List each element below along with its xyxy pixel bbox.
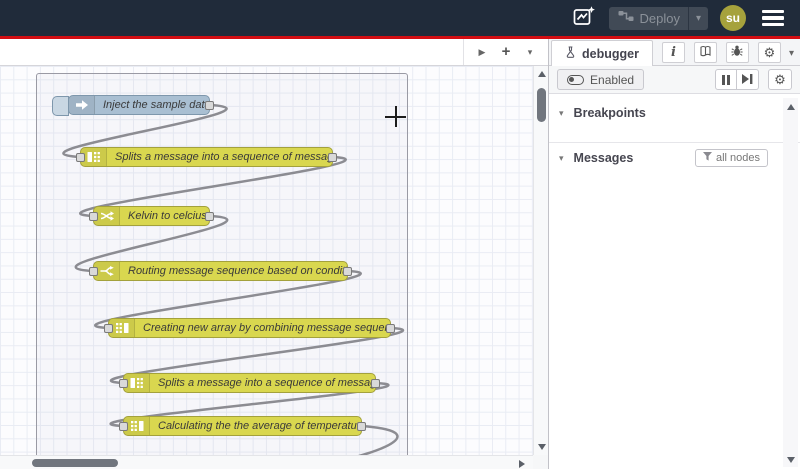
debugger-panel: ▾ Breakpoints ▾ Messages all nodes <box>549 94 800 469</box>
deploy-button[interactable]: Deploy ▾ <box>608 6 708 30</box>
deploy-icon <box>618 9 634 28</box>
node-label: Inject the sample data <box>103 99 209 111</box>
assistant-chart-icon-button[interactable] <box>573 5 597 32</box>
flow-list-caret-icon[interactable]: ▾ <box>520 47 540 58</box>
flow-tabbar: ▶ + ▾ <box>0 39 549 66</box>
chevron-down-icon: ▾ <box>559 152 564 163</box>
output-port[interactable] <box>386 324 395 333</box>
sidebar-tabs-menu-icon[interactable]: ▾ <box>789 48 794 59</box>
flow-node-split[interactable]: Splits a message into a sequence of mess… <box>76 147 337 167</box>
input-port[interactable] <box>104 324 113 333</box>
flow-tab-controls: ▶ + ▾ <box>463 39 548 65</box>
tab-debugger[interactable]: debugger <box>551 40 653 66</box>
node-label: Creating new array by combining message … <box>143 322 390 334</box>
funnel-icon <box>702 152 712 164</box>
debugger-settings-button[interactable]: ⚙ <box>768 69 792 90</box>
breakpoints-title: Breakpoints <box>573 106 646 120</box>
step-forward-icon <box>742 71 753 89</box>
output-port[interactable] <box>205 101 214 110</box>
chevron-down-icon: ▾ <box>559 107 564 118</box>
flow-canvas[interactable]: Inject the sample data Splits a message i… <box>0 66 534 455</box>
breakpoints-section-header[interactable]: ▾ Breakpoints <box>549 100 800 126</box>
messages-section-header[interactable]: ▾ Messages all nodes <box>549 145 800 171</box>
sidebar-scrollbar[interactable] <box>783 98 798 467</box>
sidebar: debugger i ⚙ ▾ Enabled ⚙ ▾ Breakpoints ▾… <box>549 39 800 469</box>
chart-sparkle-icon <box>573 5 597 32</box>
scroll-down-icon[interactable] <box>786 457 795 463</box>
messages-title: Messages <box>573 151 634 165</box>
inject-trigger-button[interactable] <box>52 96 69 116</box>
scroll-up-icon[interactable] <box>786 104 795 110</box>
flow-node-change[interactable]: Kelvin to celcius <box>89 206 214 226</box>
deploy-options-caret-icon[interactable]: ▾ <box>689 13 708 24</box>
horizontal-scroll-thumb[interactable] <box>32 459 118 467</box>
node-label: Routing message sequence based on condit… <box>128 265 347 277</box>
flow-node-split[interactable]: Splits a message into a sequence of mess… <box>119 373 380 393</box>
output-port[interactable] <box>328 153 337 162</box>
debugger-enabled-toggle[interactable]: Enabled <box>557 69 645 90</box>
bug-icon <box>731 44 744 62</box>
scroll-up-icon[interactable] <box>537 71 546 77</box>
debugger-toolbar: Enabled ⚙ <box>549 66 800 94</box>
canvas-vertical-scrollbar[interactable] <box>533 66 549 455</box>
enabled-label: Enabled <box>590 72 635 87</box>
info-icon: i <box>670 45 676 60</box>
filter-label: all nodes <box>715 152 760 164</box>
output-port[interactable] <box>343 267 352 276</box>
tab-debugger-label: debugger <box>582 46 639 61</box>
messages-section: ▾ Messages all nodes <box>549 143 800 171</box>
main-menu-button[interactable] <box>762 10 784 26</box>
breakpoints-section: ▾ Breakpoints <box>549 94 800 143</box>
workspace: ▶ + ▾ Inject the sample data Splits a mes… <box>0 39 550 469</box>
tab-info[interactable]: i <box>661 42 685 63</box>
tab-debug-messages[interactable] <box>725 42 749 63</box>
node-label: Kelvin to celcius <box>128 210 207 222</box>
pause-button[interactable] <box>715 69 737 90</box>
sidebar-tabbar: debugger i ⚙ ▾ <box>549 39 800 66</box>
canvas-horizontal-scrollbar[interactable] <box>0 455 534 469</box>
output-port[interactable] <box>357 422 366 431</box>
input-port[interactable] <box>76 153 85 162</box>
user-avatar[interactable]: su <box>720 5 746 31</box>
step-button[interactable] <box>737 69 759 90</box>
gear-icon: ⚙ <box>763 45 776 60</box>
flow-node-switch[interactable]: Routing message sequence based on condit… <box>89 261 352 281</box>
node-red-app: Deploy ▾ su ▶ + ▾ Inject the sample data… <box>0 0 800 469</box>
sidebar-tab-icons: i ⚙ <box>661 42 781 63</box>
flow-node-join[interactable]: Creating new array by combining message … <box>104 318 395 338</box>
deploy-label: Deploy <box>639 10 680 26</box>
book-icon <box>699 44 712 62</box>
flow-node-join[interactable]: Calculating the the average of temperatu… <box>119 416 366 436</box>
input-port[interactable] <box>119 422 128 431</box>
vertical-scroll-thumb[interactable] <box>536 88 546 122</box>
pause-icon <box>721 74 731 85</box>
tab-scroll-right-icon[interactable]: ▶ <box>472 47 492 58</box>
gear-icon: ⚙ <box>774 72 786 87</box>
input-port[interactable] <box>89 267 98 276</box>
flow-node-inject[interactable]: Inject the sample data <box>52 95 214 116</box>
node-label: Splits a message into a sequence of mess… <box>158 377 375 389</box>
node-label: Calculating the the average of temperatu… <box>158 420 361 432</box>
main-area: ▶ + ▾ Inject the sample data Splits a mes… <box>0 39 800 469</box>
toggle-on-icon <box>567 74 585 85</box>
input-port[interactable] <box>89 212 98 221</box>
header: Deploy ▾ su <box>0 0 800 36</box>
debugger-step-controls <box>715 69 759 90</box>
output-port[interactable] <box>205 212 214 221</box>
inject-node-icon <box>69 96 95 114</box>
flask-icon <box>565 46 576 61</box>
output-port[interactable] <box>371 379 380 388</box>
tab-config-nodes[interactable]: ⚙ <box>757 42 781 63</box>
node-label: Splits a message into a sequence of mess… <box>115 151 332 163</box>
scrollbar-corner <box>533 455 549 469</box>
input-port[interactable] <box>119 379 128 388</box>
scroll-down-icon[interactable] <box>537 444 546 450</box>
scroll-right-icon[interactable] <box>519 459 526 468</box>
tab-help[interactable] <box>693 42 717 63</box>
add-flow-button[interactable]: + <box>496 44 516 59</box>
message-filter-button[interactable]: all nodes <box>694 149 768 167</box>
